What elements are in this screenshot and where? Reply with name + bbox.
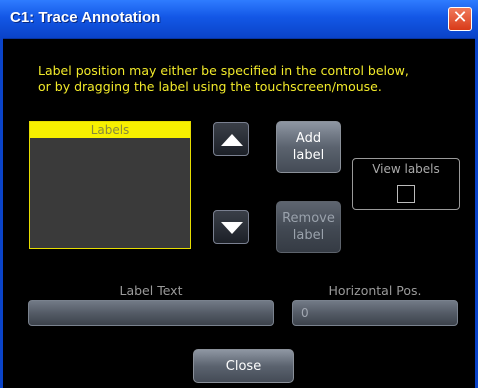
close-button-label: Close — [225, 358, 262, 374]
horizontal-pos-label: Horizontal Pos. — [328, 283, 422, 298]
view-labels-checkbox[interactable] — [397, 185, 415, 203]
trace-annotation-dialog: C1: Trace Annotation ✕ Label position ma… — [0, 0, 478, 388]
dialog-title: C1: Trace Annotation — [10, 9, 161, 26]
triangle-down-icon — [221, 222, 243, 234]
remove-label-button-line-2: label — [292, 228, 325, 243]
labels-list-header: Labels — [30, 122, 190, 138]
view-labels-label: View labels — [372, 162, 440, 176]
horizontal-pos-field[interactable]: 0 — [292, 300, 458, 326]
view-labels-group: View labels — [352, 158, 460, 210]
add-label-button-line-1: Add — [295, 131, 322, 146]
title-bar[interactable]: C1: Trace Annotation ✕ — [0, 0, 478, 39]
move-up-button[interactable] — [213, 122, 249, 156]
window-border-left — [0, 38, 3, 388]
move-down-button[interactable] — [213, 210, 249, 244]
remove-label-button-line-1: Remove — [282, 211, 335, 226]
labels-list[interactable]: Labels — [29, 121, 191, 249]
triangle-up-icon — [221, 134, 243, 146]
instruction-text: Label position may either be specified i… — [38, 63, 409, 95]
instruction-line-2: or by dragging the label using the touch… — [38, 79, 382, 94]
add-label-button-line-2: label — [292, 148, 325, 163]
horizontal-pos-value: 0 — [301, 306, 309, 320]
label-text-field[interactable] — [28, 300, 274, 326]
remove-label-button[interactable]: Remove label — [276, 201, 341, 253]
instruction-line-1: Label position may either be specified i… — [38, 63, 409, 78]
label-text-label: Label Text — [119, 283, 183, 298]
close-button[interactable]: Close — [193, 349, 294, 383]
close-window-icon[interactable]: ✕ — [448, 7, 472, 31]
add-label-button[interactable]: Add label — [276, 121, 341, 173]
